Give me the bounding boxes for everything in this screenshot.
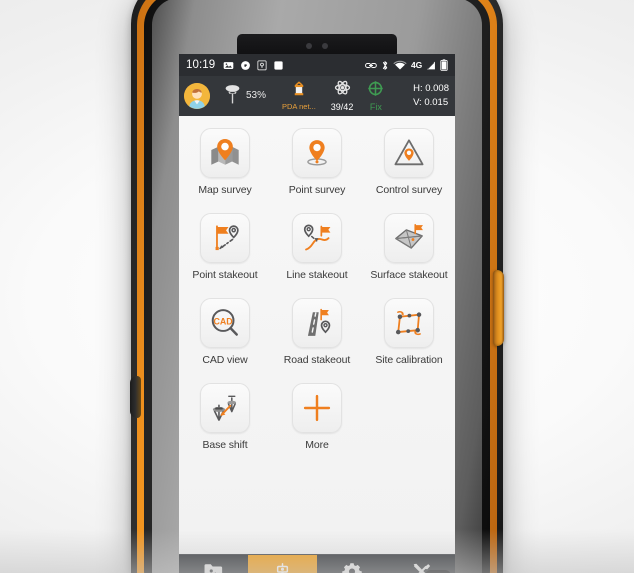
usb-link-icon [365,61,377,70]
rtk-battery-indicator[interactable]: 53% [223,82,266,111]
svg-text:CAD: CAD [214,317,234,327]
gnss-antenna-icon [223,82,242,111]
map-survey-icon [200,128,250,178]
rtk-battery-percent: 53% [246,89,267,101]
app-item-road-stakeout[interactable]: Road stakeout [271,293,363,378]
app-label: More [305,439,329,451]
app-label: CAD view [202,354,248,366]
app-item-map-survey[interactable]: Map survey [179,123,271,208]
satellite-count-label: 39/42 [330,101,354,112]
road-stakeout-icon [292,298,342,348]
app-label: Road stakeout [283,354,351,366]
data-link-icon [291,81,307,103]
app-item-site-calibration[interactable]: Site calibration [363,293,455,378]
cad-view-icon: CAD [200,298,250,348]
scene-background: 10:19 4G 53% PDA net... 39/42 Fix H: 0.0… [0,0,634,573]
app-label: Control survey [375,184,443,196]
vertical-precision: V: 0.015 [413,97,449,108]
surface-stakeout-icon [384,213,434,263]
app-label: Line stakeout [286,269,348,281]
app-label: Point survey [288,184,346,196]
satellite-atom-icon [334,80,351,102]
mobile-data-icon: 4G [411,60,422,70]
line-stakeout-icon [292,213,342,263]
tab-survey[interactable]: Survey [248,555,317,573]
app-label: Map survey [198,184,252,196]
qr-scan-icon [240,60,251,71]
battery-icon [440,59,448,71]
proximity-sensor-dot [322,43,328,49]
user-avatar-icon[interactable] [184,83,210,109]
device-frame: 10:19 4G 53% PDA net... 39/42 Fix H: 0.0… [130,0,504,573]
base-shift-icon [200,383,250,433]
app-item-point-stakeout[interactable]: Point stakeout [179,208,271,293]
side-button-left[interactable] [130,376,141,418]
signal-bars-icon [426,60,436,71]
app-label: Point stakeout [192,269,258,281]
survey-tripod-icon [272,562,293,573]
bottom-tab-bar: Project Survey [179,554,455,573]
horizontal-precision: H: 0.008 [413,82,449,94]
android-status-bar: 10:19 4G [179,54,455,76]
gnss-status-bar: 53% PDA net... 39/42 Fix H: 0.008 V: 0.0… [179,76,455,116]
fix-target-icon [367,80,384,102]
plus-icon [292,383,342,433]
precision-readout: H: 0.008 V: 0.015 [413,82,449,111]
point-stakeout-icon [200,213,250,263]
camera-sensor-dot [306,43,312,49]
site-calibration-icon [384,298,434,348]
fix-status-label: Fix [369,101,382,112]
tab-device[interactable]: Device [317,555,386,573]
satellite-count-indicator[interactable]: 39/42 [330,80,354,112]
network-status-label: PDA net... [282,102,316,112]
app-label: Surface stakeout [370,269,448,281]
status-clock: 10:19 [186,59,216,71]
point-survey-icon [292,128,342,178]
app-item-base-shift[interactable]: Base shift [179,378,271,463]
side-button-right[interactable] [493,270,504,346]
app-item-control-survey[interactable]: Control survey [363,123,455,208]
app-item-point-survey[interactable]: Point survey [271,123,363,208]
app-label: Base shift [202,439,248,451]
bluetooth-icon [381,60,389,71]
app-grid: Map survey Point survey Control survey P… [179,116,455,554]
tab-project[interactable]: Project [179,555,248,573]
wifi-icon [393,60,407,71]
location-pin-icon [257,60,267,71]
network-status-indicator[interactable]: PDA net... [282,81,316,112]
image-icon [223,60,234,71]
phone-screen: 10:19 4G 53% PDA net... 39/42 Fix H: 0.0… [179,54,455,573]
app-item-more[interactable]: More [271,378,363,463]
gear-icon [341,562,362,573]
control-survey-icon [384,128,434,178]
folder-project-icon [203,562,224,573]
fix-status-indicator[interactable]: Fix [367,80,384,112]
square-app-icon [273,60,284,71]
app-item-line-stakeout[interactable]: Line stakeout [271,208,363,293]
app-item-cad-view[interactable]: CAD CAD view [179,293,271,378]
app-item-surface-stakeout[interactable]: Surface stakeout [363,208,455,293]
app-label: Site calibration [375,354,443,366]
